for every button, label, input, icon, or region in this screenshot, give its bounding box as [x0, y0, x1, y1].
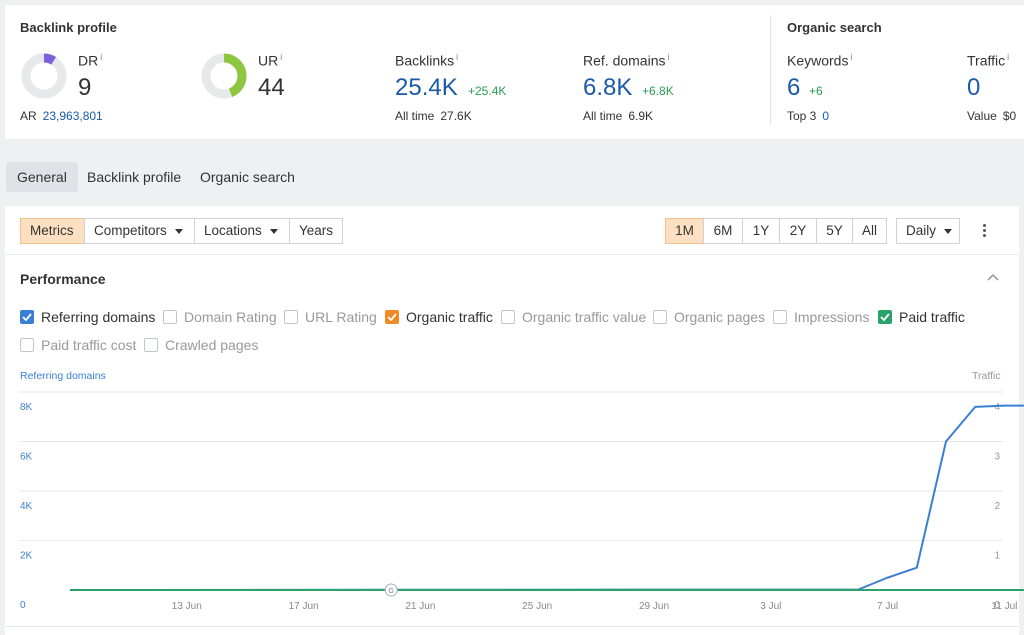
ur-label: UR i: [258, 52, 283, 69]
years-button[interactable]: Years: [289, 218, 343, 244]
y2-tick-label: 1: [994, 551, 1000, 562]
keywords-value[interactable]: 6: [787, 74, 800, 102]
ref-domains-alltime: All time 6.9K: [583, 109, 654, 123]
x-tick-label: 29 Jun: [639, 601, 669, 612]
x-tick-label: 11 Jul: [991, 601, 1017, 612]
dr-value: 9: [78, 74, 92, 101]
series-line: [69, 404, 1024, 591]
organic-search-title: Organic search: [787, 20, 882, 35]
section-divider: [770, 15, 771, 125]
keywords-label: Keywords i: [787, 52, 853, 69]
ref-domains-label: Ref. domains i: [583, 52, 670, 69]
backlinks-value[interactable]: 25.4K: [395, 74, 458, 102]
y-tick-label: 8K: [20, 402, 33, 413]
y2-tick-label: 2: [994, 501, 1000, 512]
divider: [5, 254, 1019, 255]
backlinks-alltime: All time 27.6K: [395, 109, 472, 123]
info-icon: i: [280, 52, 283, 62]
dr-donut: [21, 53, 67, 99]
x-tick-label: 7 Jul: [877, 601, 898, 612]
chevron-up-icon[interactable]: [987, 273, 999, 281]
tab-general[interactable]: General: [6, 162, 78, 192]
info-icon: i: [456, 52, 459, 62]
ref-domains-delta: +6.8K: [642, 84, 674, 98]
info-icon: i: [100, 52, 103, 62]
more-options-icon[interactable]: [977, 222, 991, 240]
locations-dropdown[interactable]: Locations: [194, 218, 290, 244]
competitors-dropdown[interactable]: Competitors: [84, 218, 195, 244]
checkbox-referring-domains[interactable]: Referring domains: [20, 309, 155, 327]
divider: [5, 626, 1019, 627]
y-tick-label: 2K: [20, 551, 33, 562]
ar-row: AR 23,963,801: [20, 109, 103, 123]
checkbox-paid-traffic-cost[interactable]: Paid traffic cost: [20, 337, 138, 355]
range-2y-button[interactable]: 2Y: [779, 218, 817, 244]
ar-value[interactable]: 23,963,801: [43, 109, 103, 123]
checkbox-crawled-pages[interactable]: Crawled pages: [144, 337, 259, 355]
metrics-button[interactable]: Metrics: [20, 218, 85, 244]
checkbox-url-rating[interactable]: URL Rating: [284, 309, 379, 327]
checkbox-organic-traffic[interactable]: Organic traffic: [385, 309, 495, 327]
checkbox-organic-traffic-value[interactable]: Organic traffic value: [501, 309, 646, 327]
range-6m-button[interactable]: 6M: [703, 218, 743, 244]
value-row: Value $0: [967, 109, 1017, 123]
info-icon: i: [1007, 52, 1010, 62]
y2-tick-label: 4: [994, 402, 1000, 413]
tab-organic-search[interactable]: Organic search: [189, 162, 306, 192]
backlinks-delta: +25.4K: [468, 84, 507, 98]
range-all-button[interactable]: All: [852, 218, 887, 244]
checkbox-organic-pages[interactable]: Organic pages: [653, 309, 768, 327]
range-1m-button[interactable]: 1M: [665, 218, 704, 244]
annotation-label: G: [388, 588, 393, 595]
performance-chart: 8K 46K 34K 22K 10 013 Jun 17 Jun 21 Jun 25 Jun 29…: [20, 391, 1024, 612]
x-tick-label: 13 Jun: [172, 601, 202, 612]
range-1y-button[interactable]: 1Y: [742, 218, 780, 244]
caret-down-icon: [944, 228, 953, 234]
x-tick-label: 25 Jun: [522, 601, 552, 612]
y-tick-label: 4K: [20, 501, 33, 512]
ref-domains-value[interactable]: 6.8K: [583, 74, 632, 102]
caret-down-icon: [174, 228, 183, 234]
checkbox-paid-traffic[interactable]: Paid traffic: [878, 309, 968, 327]
info-icon: i: [667, 52, 670, 62]
info-icon: i: [850, 52, 853, 62]
checkbox-domain-rating[interactable]: Domain Rating: [163, 309, 278, 327]
granularity-dropdown[interactable]: Daily: [896, 218, 960, 244]
y-tick-label: 0: [20, 600, 26, 611]
backlink-profile-title: Backlink profile: [20, 20, 117, 35]
traffic-label: Traffic i: [967, 52, 1010, 69]
traffic-value[interactable]: 0: [967, 74, 980, 102]
x-tick-label: 3 Jul: [760, 601, 781, 612]
range-5y-button[interactable]: 5Y: [816, 218, 853, 244]
x-tick-label: 17 Jun: [289, 601, 319, 612]
caret-down-icon: [269, 228, 278, 234]
dr-label: DR i: [78, 52, 103, 69]
performance-title: Performance: [20, 271, 106, 287]
tab-backlink-profile[interactable]: Backlink profile: [76, 162, 192, 192]
y2-tick-label: 3: [994, 452, 1000, 463]
ur-value: 44: [258, 74, 285, 101]
keywords-delta: +6: [809, 84, 823, 98]
ur-donut: [201, 53, 247, 99]
x-tick-label: 21 Jun: [405, 601, 435, 612]
backlinks-label: Backlinks i: [395, 52, 459, 69]
checkbox-impressions[interactable]: Impressions: [773, 309, 873, 327]
y-tick-label: 6K: [20, 452, 33, 463]
top3-row: Top 30: [787, 109, 830, 123]
